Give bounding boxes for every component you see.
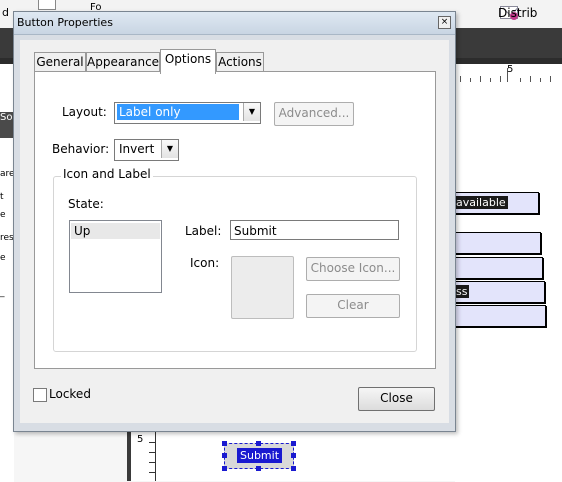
- tab-options[interactable]: Options: [160, 49, 216, 74]
- form-field[interactable]: ss: [453, 281, 545, 303]
- list-item[interactable]: Up: [71, 223, 160, 239]
- resize-handle[interactable]: [222, 453, 227, 458]
- layout-select-value: Label only: [117, 104, 239, 120]
- tab-general[interactable]: General: [34, 52, 86, 73]
- distribute-label: Distrib: [498, 6, 538, 20]
- dialog-client-area: General Appearance Options Actions Layou…: [20, 40, 449, 423]
- left-pane-fragment: _: [0, 288, 5, 298]
- resize-handle[interactable]: [291, 453, 296, 458]
- icon-preview: [231, 256, 294, 319]
- behavior-label: Behavior:: [52, 142, 110, 156]
- choose-icon-button[interactable]: Choose Icon...: [306, 257, 400, 281]
- locked-checkbox[interactable]: [33, 388, 47, 402]
- left-pane-fragment: e: [0, 210, 6, 220]
- behavior-select[interactable]: Invert ▼: [114, 139, 179, 161]
- state-label: State:: [68, 197, 104, 211]
- layout-select[interactable]: Label only ▼: [114, 102, 261, 124]
- left-pane-fragment: res: [0, 233, 14, 243]
- close-icon[interactable]: ×: [438, 16, 451, 29]
- vertical-ruler: 5: [127, 432, 156, 481]
- left-pane-fragment: t: [0, 192, 4, 202]
- dialog-title: Button Properties: [17, 16, 113, 29]
- icon-and-label-title: Icon and Label: [61, 167, 153, 181]
- options-panel: Layout: Label only ▼ Advanced... Behavio…: [34, 71, 436, 369]
- form-field[interactable]: [453, 257, 543, 279]
- left-pane-header: Sor: [0, 112, 14, 138]
- submit-button-widget[interactable]: Submit: [222, 441, 296, 471]
- locked-label: Locked: [49, 387, 91, 401]
- state-list[interactable]: Up: [69, 220, 162, 293]
- close-button[interactable]: Close: [358, 387, 435, 411]
- resize-handle[interactable]: [291, 466, 296, 471]
- layout-label: Layout:: [62, 105, 107, 119]
- icon-field-label: Icon:: [190, 256, 220, 270]
- toolbar-fragment-left: d: [2, 6, 9, 19]
- chevron-down-icon[interactable]: ▼: [161, 140, 178, 158]
- dialog-titlebar[interactable]: Button Properties ×: [14, 12, 455, 35]
- advanced-button[interactable]: Advanced...: [274, 102, 354, 126]
- tab-appearance[interactable]: Appearance: [86, 52, 160, 73]
- resize-handle[interactable]: [256, 466, 261, 471]
- chevron-down-icon[interactable]: ▼: [243, 103, 260, 121]
- resize-handle[interactable]: [291, 441, 296, 446]
- form-field[interactable]: [453, 305, 546, 327]
- behavior-select-value: Invert: [119, 142, 155, 156]
- left-pane: Sor are t e res e _: [0, 82, 15, 482]
- clear-button[interactable]: Clear: [306, 294, 400, 318]
- left-pane-fragment: e: [0, 253, 6, 263]
- document-icon: [38, 0, 56, 10]
- resize-handle[interactable]: [222, 466, 227, 471]
- page-canvas-bottom: [127, 432, 562, 481]
- resize-handle[interactable]: [256, 441, 261, 446]
- vruler-number: 5: [137, 434, 144, 445]
- distribute-button[interactable]: Distrib: [498, 4, 537, 22]
- button-properties-dialog: Button Properties × General Appearance O…: [13, 11, 456, 432]
- label-field-label: Label:: [185, 224, 222, 238]
- form-field[interactable]: available: [453, 192, 539, 214]
- submit-widget-label: Submit: [237, 448, 283, 463]
- ruler-number: 5: [507, 64, 514, 75]
- label-input[interactable]: Submit: [230, 220, 399, 240]
- tab-actions[interactable]: Actions: [216, 52, 264, 73]
- resize-handle[interactable]: [222, 441, 227, 446]
- page-canvas: available ss: [453, 82, 562, 482]
- form-field[interactable]: [453, 232, 541, 254]
